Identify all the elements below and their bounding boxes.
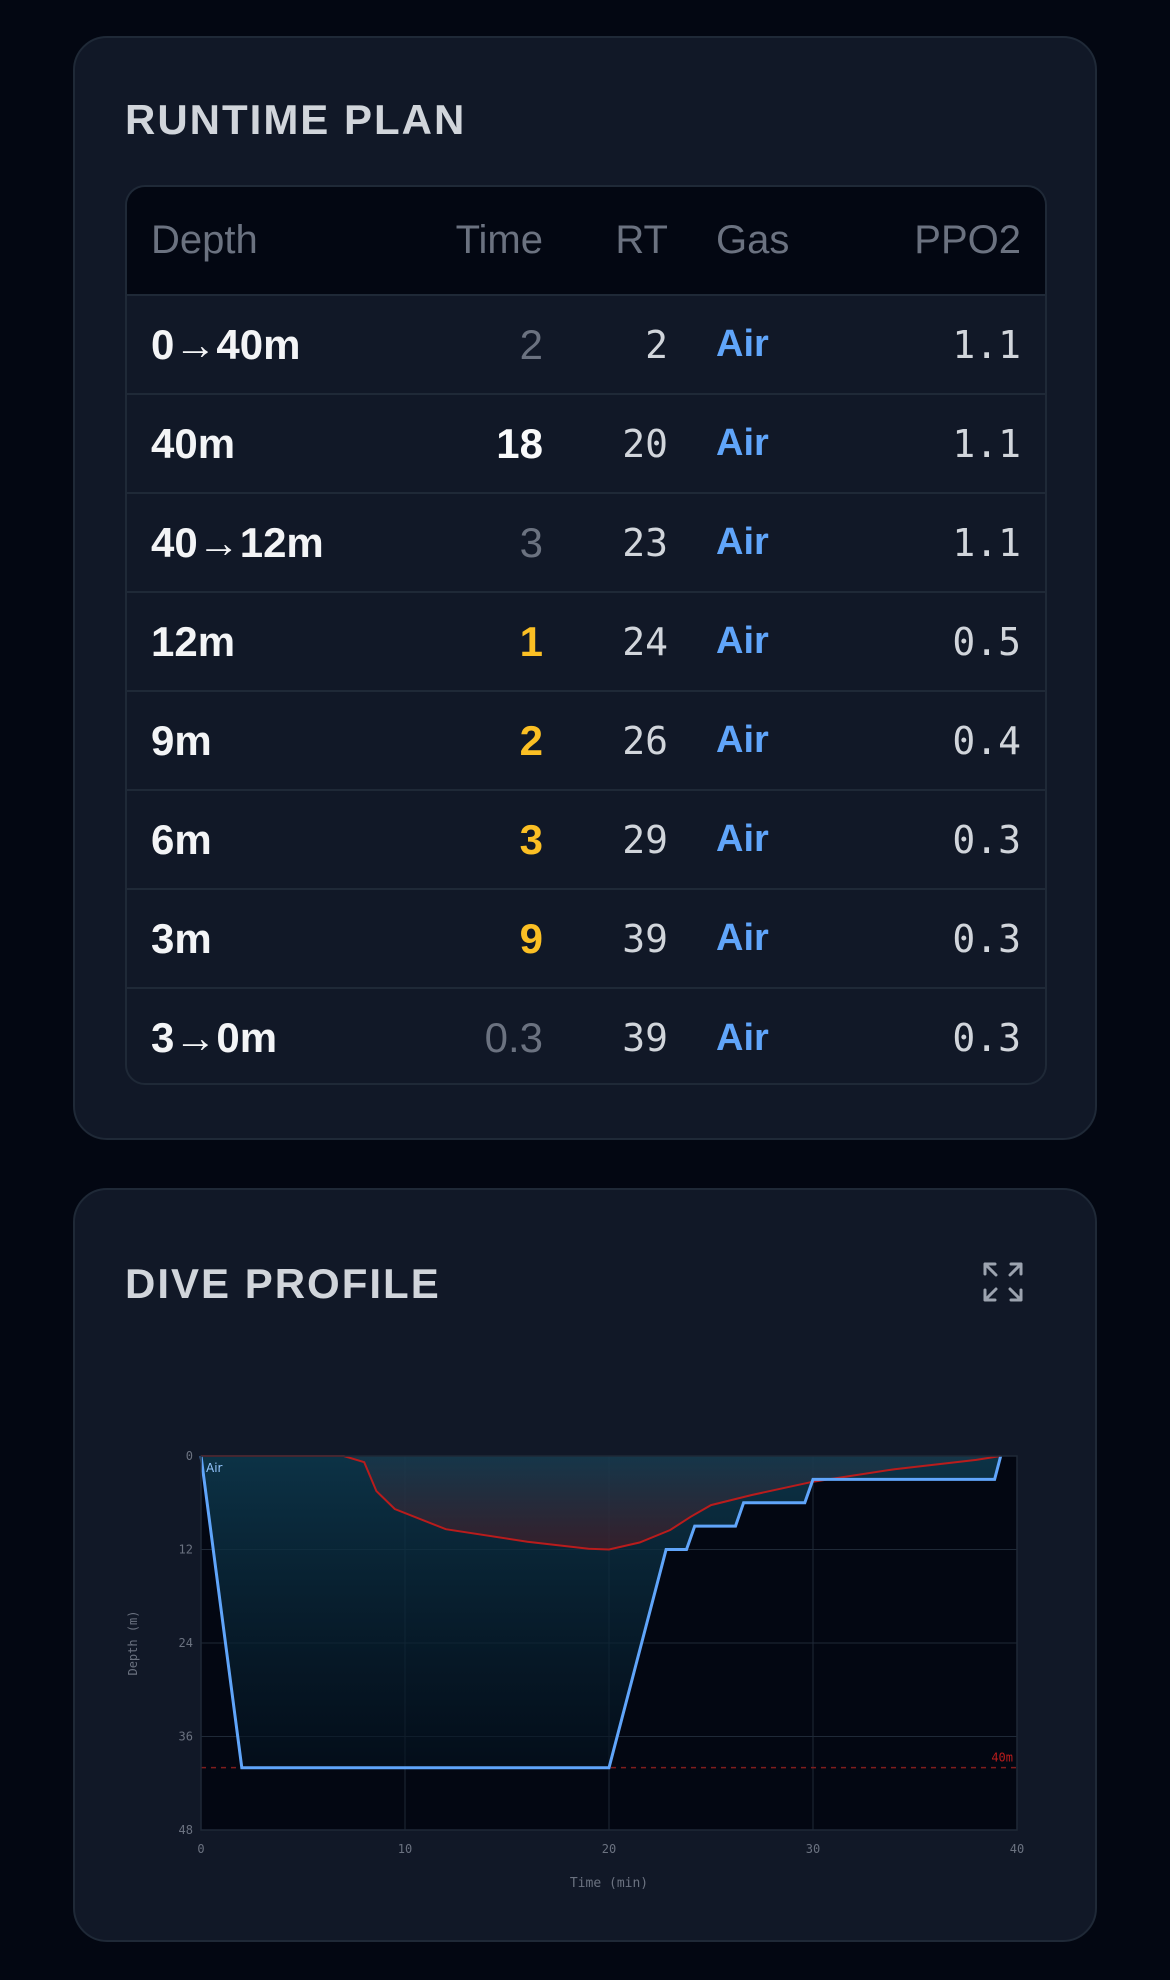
table-header-row: Depth Time RT Gas PPO2 [127,187,1045,295]
cell-ppo2: 0.3 [952,916,1021,961]
column-header-gas: Gas [716,218,790,262]
cell-rt: 23 [622,520,668,565]
cell-gas: Air [716,620,769,662]
cell-ppo2: 0.4 [952,718,1021,763]
cell-gas: Air [716,521,769,563]
cell-rt: 39 [622,1016,668,1060]
y-tick-label: 48 [179,1823,193,1837]
x-tick-label: 10 [398,1842,412,1856]
cell-depth: 3m [151,914,212,962]
cell-time: 18 [496,419,543,467]
cell-ppo2: 0.3 [952,817,1021,862]
cell-gas: Air [716,1016,769,1059]
cell-rt: 2 [645,322,668,367]
cell-time: 0.3 [484,1014,543,1061]
x-tick-label: 30 [806,1842,820,1856]
cell-depth: 40m [151,419,236,467]
cell-rt: 29 [622,817,668,862]
cell-time: 2 [519,716,543,764]
cell-depth: 3→0m [151,1014,278,1061]
runtime-table-container: Depth Time RT Gas PPO2 0→40m 2 2 Air 1.1… [125,185,1047,1085]
cell-depth: 40→12m [151,518,324,566]
runtime-table: Depth Time RT Gas PPO2 0→40m 2 2 Air 1.1… [127,187,1045,1083]
max-depth-annotation: 40m [991,1751,1013,1765]
cell-time: 3 [519,518,543,566]
column-header-depth: Depth [151,218,258,262]
table-row: 40m 18 20 Air 1.1 [127,394,1045,493]
column-header-ppo2: PPO2 [914,218,1021,262]
x-tick-label: 40 [1010,1842,1024,1856]
cell-time: 1 [519,617,543,665]
cell-gas: Air [716,818,769,860]
cell-time: 3 [519,815,543,863]
y-tick-label: 12 [179,1543,193,1557]
cell-depth: 9m [151,716,212,764]
cell-ppo2: 1.1 [952,421,1021,466]
table-row: 0→40m 2 2 Air 1.1 [127,295,1045,394]
cell-time: 9 [519,914,543,962]
runtime-table-body: 0→40m 2 2 Air 1.1 40m 18 20 Air 1.1 40→1… [127,295,1045,1083]
table-row: 3m 9 39 Air 0.3 [127,889,1045,988]
gas-annotation: Air [206,1461,223,1475]
cell-depth: 6m [151,815,212,863]
cell-ppo2: 1.1 [952,520,1021,565]
x-tick-label: 20 [602,1842,616,1856]
y-tick-label: 24 [179,1636,193,1650]
cell-rt: 24 [622,619,668,664]
cell-depth: 12m [151,617,236,665]
y-tick-label: 36 [179,1730,193,1744]
table-row: 40→12m 3 23 Air 1.1 [127,493,1045,592]
cell-rt: 26 [622,718,668,763]
runtime-plan-card: RUNTIME PLAN Depth Time RT Gas PPO2 0→40… [73,36,1097,1140]
cell-ppo2: 0.3 [952,1016,1021,1060]
cell-gas: Air [716,422,769,464]
x-axis-label: Time (min) [570,1876,648,1891]
dive-profile-chart: 0 10 20 30 40 0 12 24 36 48 Air 40m Time (min) De… [126,1449,1024,1891]
cell-rt: 39 [622,916,668,961]
cell-time: 2 [519,320,543,368]
runtime-plan-title: RUNTIME PLAN [125,96,467,143]
table-row: 3→0m 0.3 39 Air 0.3 [127,988,1045,1083]
cell-gas: Air [716,323,769,365]
table-row: 12m 1 24 Air 0.5 [127,592,1045,691]
cell-depth: 0→40m [151,320,301,368]
table-row: 6m 3 29 Air 0.3 [127,790,1045,889]
dive-profile-card: DIVE PROFILE 0 10 20 30 40 0 12 24 36 48 Air [73,1188,1097,1942]
y-tick-label: 0 [186,1449,193,1463]
cell-rt: 20 [622,421,668,466]
cell-gas: Air [716,917,769,959]
column-header-time: Time [455,218,543,262]
table-row: 9m 2 26 Air 0.4 [127,691,1045,790]
x-tick-label: 0 [197,1842,204,1856]
cell-gas: Air [716,719,769,761]
cell-ppo2: 1.1 [952,322,1021,367]
column-header-rt: RT [615,218,668,262]
y-axis-label: Depth (m) [126,1610,140,1675]
cell-ppo2: 0.5 [952,619,1021,664]
